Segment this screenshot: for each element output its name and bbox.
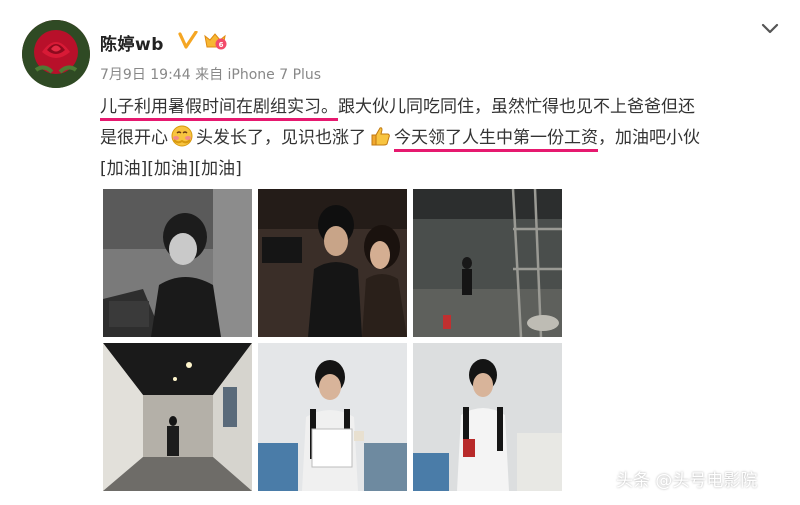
post-line-3: [加油][加油][加油] (100, 154, 780, 185)
post-text: 儿子利用暑假时间在剧组实习。跟大伙儿同吃同住，虽然忙得也见不上爸爸但还 是很开心… (100, 92, 780, 185)
device-source[interactable]: iPhone 7 Plus (228, 67, 322, 83)
verified-icon (178, 31, 198, 49)
watermark: 头条 @头号电影院 (616, 471, 758, 491)
thumbs-up-emoji (371, 127, 390, 146)
post-text-segment: 跟大伙儿同吃同住，虽然忙得也见不上爸爸但还 (338, 97, 695, 117)
photo-4[interactable] (103, 343, 252, 491)
rose-image (22, 20, 90, 88)
post-timestamp[interactable]: 7月9日 19:44 (100, 67, 191, 83)
post-meta: 7月9日 19:44 来自 iPhone 7 Plus (100, 64, 321, 84)
svg-text:6: 6 (219, 41, 224, 49)
avatar[interactable] (22, 20, 90, 88)
highlighted-phrase: 今天领了人生中第一份工资 (394, 128, 598, 148)
photo-2[interactable] (258, 189, 407, 337)
username[interactable]: 陈婷wb (100, 30, 164, 55)
photo-3[interactable] (413, 189, 562, 337)
photo-6[interactable] (413, 343, 562, 491)
blush-face-emoji (171, 125, 193, 147)
source-prefix: 来自 (195, 67, 224, 83)
chevron-down-icon[interactable] (760, 22, 780, 36)
post-text-segment: ，加油吧小伙 (598, 128, 700, 148)
post-text-segment: 是很开心 (100, 128, 168, 148)
cheer-emoji-text: [加油][加油][加油] (100, 159, 242, 179)
photo-1[interactable] (103, 189, 252, 337)
photo-5[interactable] (258, 343, 407, 491)
post-line-1: 儿子利用暑假时间在剧组实习。跟大伙儿同吃同住，虽然忙得也见不上爸爸但还 (100, 92, 780, 123)
vip-badge-icon[interactable]: 6 (202, 31, 228, 51)
post-line-2: 是很开心 头发长了，见识也涨了 今天领了人生中第一份工资，加油吧小伙 (100, 123, 780, 154)
post-text-segment: 头发长了，见识也涨了 (196, 128, 366, 148)
highlighted-phrase: 儿子利用暑假时间在剧组实习。 (100, 97, 338, 117)
